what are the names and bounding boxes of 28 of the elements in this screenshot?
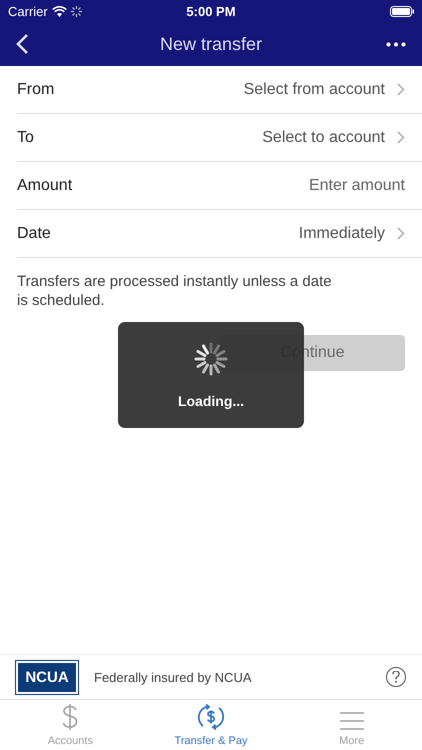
value-selector[interactable]: Select to account [262, 128, 405, 146]
activity-spinner-icon [70, 6, 82, 16]
menu-icon [338, 711, 365, 731]
tab-bar-item[interactable]: Transfer & Pay [140, 700, 282, 750]
battery-icon [390, 6, 414, 16]
dollar-icon [61, 703, 80, 731]
chevron-icon [397, 83, 405, 96]
transfer-icon [197, 703, 225, 731]
field-label: To [17, 128, 34, 146]
field-label: Date [17, 224, 51, 242]
ncua-logo: NCUA [16, 660, 78, 694]
chevron-icon [397, 227, 405, 240]
screen-title: New transfer [160, 34, 262, 54]
chevron-icon [397, 131, 405, 144]
wifi-icon [52, 6, 67, 16]
info-note: Transfers are processed instantly unless a date is scheduled. [17, 272, 333, 310]
loading-spinner-icon [193, 341, 229, 377]
insurance-notice: Federally insured by NCUA [94, 670, 252, 684]
help-button[interactable] [386, 667, 406, 687]
field-label: From [17, 80, 54, 98]
back-chevron-icon [16, 33, 29, 55]
ellipsis-icon [386, 42, 406, 46]
carrier-label: Carrier [8, 4, 48, 18]
value-selector[interactable]: Select from account [244, 80, 405, 98]
field-label: Amount [17, 176, 72, 194]
question-mark-icon [392, 671, 400, 683]
clock-time: 5:00 PM [186, 4, 236, 18]
value-selector[interactable]: Immediately [298, 224, 405, 242]
